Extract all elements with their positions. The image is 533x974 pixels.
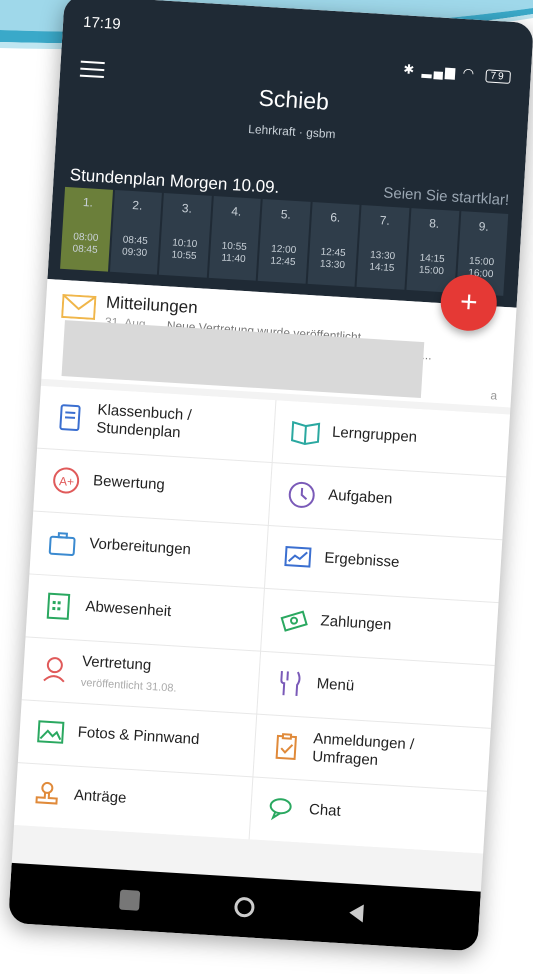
tile-label: Abwesenheit	[84, 597, 172, 621]
photo-icon	[37, 720, 65, 744]
menu-grid: Klassenbuch / Stundenplan Lerngruppen A+…	[14, 385, 511, 854]
battery-icon: 79	[485, 69, 511, 84]
tile-label: Ergebnisse	[323, 549, 400, 571]
stamp-icon	[35, 781, 58, 805]
tile-label: Vertretung	[81, 652, 152, 675]
chat-icon	[269, 798, 292, 821]
status-time: 17:19	[82, 13, 122, 33]
home-button[interactable]	[233, 896, 256, 918]
period-3[interactable]: 3. 10:10 10:55	[159, 192, 212, 278]
tile-label: Zahlungen	[320, 612, 392, 634]
app-header: 17:19 ✱ ▂▄▆ ◠ 79 Schieb Lehrkraft · gsbm…	[47, 0, 533, 308]
tile-label: Menü	[316, 675, 355, 695]
messages-title: Mitteilungen	[105, 292, 199, 318]
tile-label: Bewertung	[92, 472, 166, 494]
tile-antraege[interactable]: Anträge	[14, 763, 252, 840]
bluetooth-icon: ✱	[402, 61, 417, 78]
book-icon	[59, 404, 81, 432]
period-6[interactable]: 6. 12:45 13:30	[307, 202, 360, 287]
open-book-icon	[290, 420, 320, 446]
svg-text:A+: A+	[59, 474, 75, 489]
period-4[interactable]: 4. 10:55 11:40	[208, 195, 261, 281]
period-7[interactable]: 7. 13:30 14:15	[356, 205, 410, 290]
tile-label: Chat	[308, 800, 342, 820]
status-icons: ✱ ▂▄▆ ◠ 79	[403, 61, 511, 84]
tile-label: Fotos & Pinnwand	[77, 723, 200, 749]
chart-icon	[283, 545, 312, 568]
tile-label: Aufgaben	[327, 486, 393, 508]
cutlery-icon	[279, 670, 300, 696]
tile-sublabel: veröffentlicht 31.08.	[80, 676, 177, 695]
money-icon	[280, 610, 308, 632]
period-1[interactable]: 1. 08:00 08:45	[60, 186, 113, 272]
calendar-icon	[46, 592, 71, 620]
schedule-note: Seien Sie startklar!	[382, 184, 510, 210]
person-icon	[43, 657, 65, 683]
tile-label: Lerngruppen	[331, 423, 418, 446]
clipboard-icon	[275, 733, 297, 761]
tile-label: Anträge	[73, 786, 127, 807]
messages-cut-text: a	[490, 388, 498, 403]
briefcase-icon	[48, 532, 76, 556]
grade-icon: A+	[53, 467, 80, 494]
signal-icon: ▂▄▆	[421, 62, 458, 80]
recents-button[interactable]	[119, 889, 141, 911]
phone-screen: 17:19 ✱ ▂▄▆ ◠ 79 Schieb Lehrkraft · gsbm…	[8, 0, 533, 952]
android-nav-bar	[8, 862, 481, 952]
period-5[interactable]: 5. 12:00 12:45	[257, 198, 311, 284]
wifi-icon: ◠	[462, 64, 477, 81]
tile-chat[interactable]: Chat	[249, 777, 487, 854]
period-2[interactable]: 2. 08:45 09:30	[109, 189, 163, 275]
back-button[interactable]	[348, 903, 364, 923]
status-bar: 17:19 ✱ ▂▄▆ ◠ 79	[82, 13, 512, 84]
tile-label: Klassenbuch / Stundenplan	[95, 401, 193, 442]
tile-label: Vorbereitungen	[88, 535, 192, 559]
clock-icon	[288, 481, 315, 508]
tile-label: Anmeldungen / Umfragen	[311, 730, 415, 770]
envelope-icon	[61, 293, 97, 320]
